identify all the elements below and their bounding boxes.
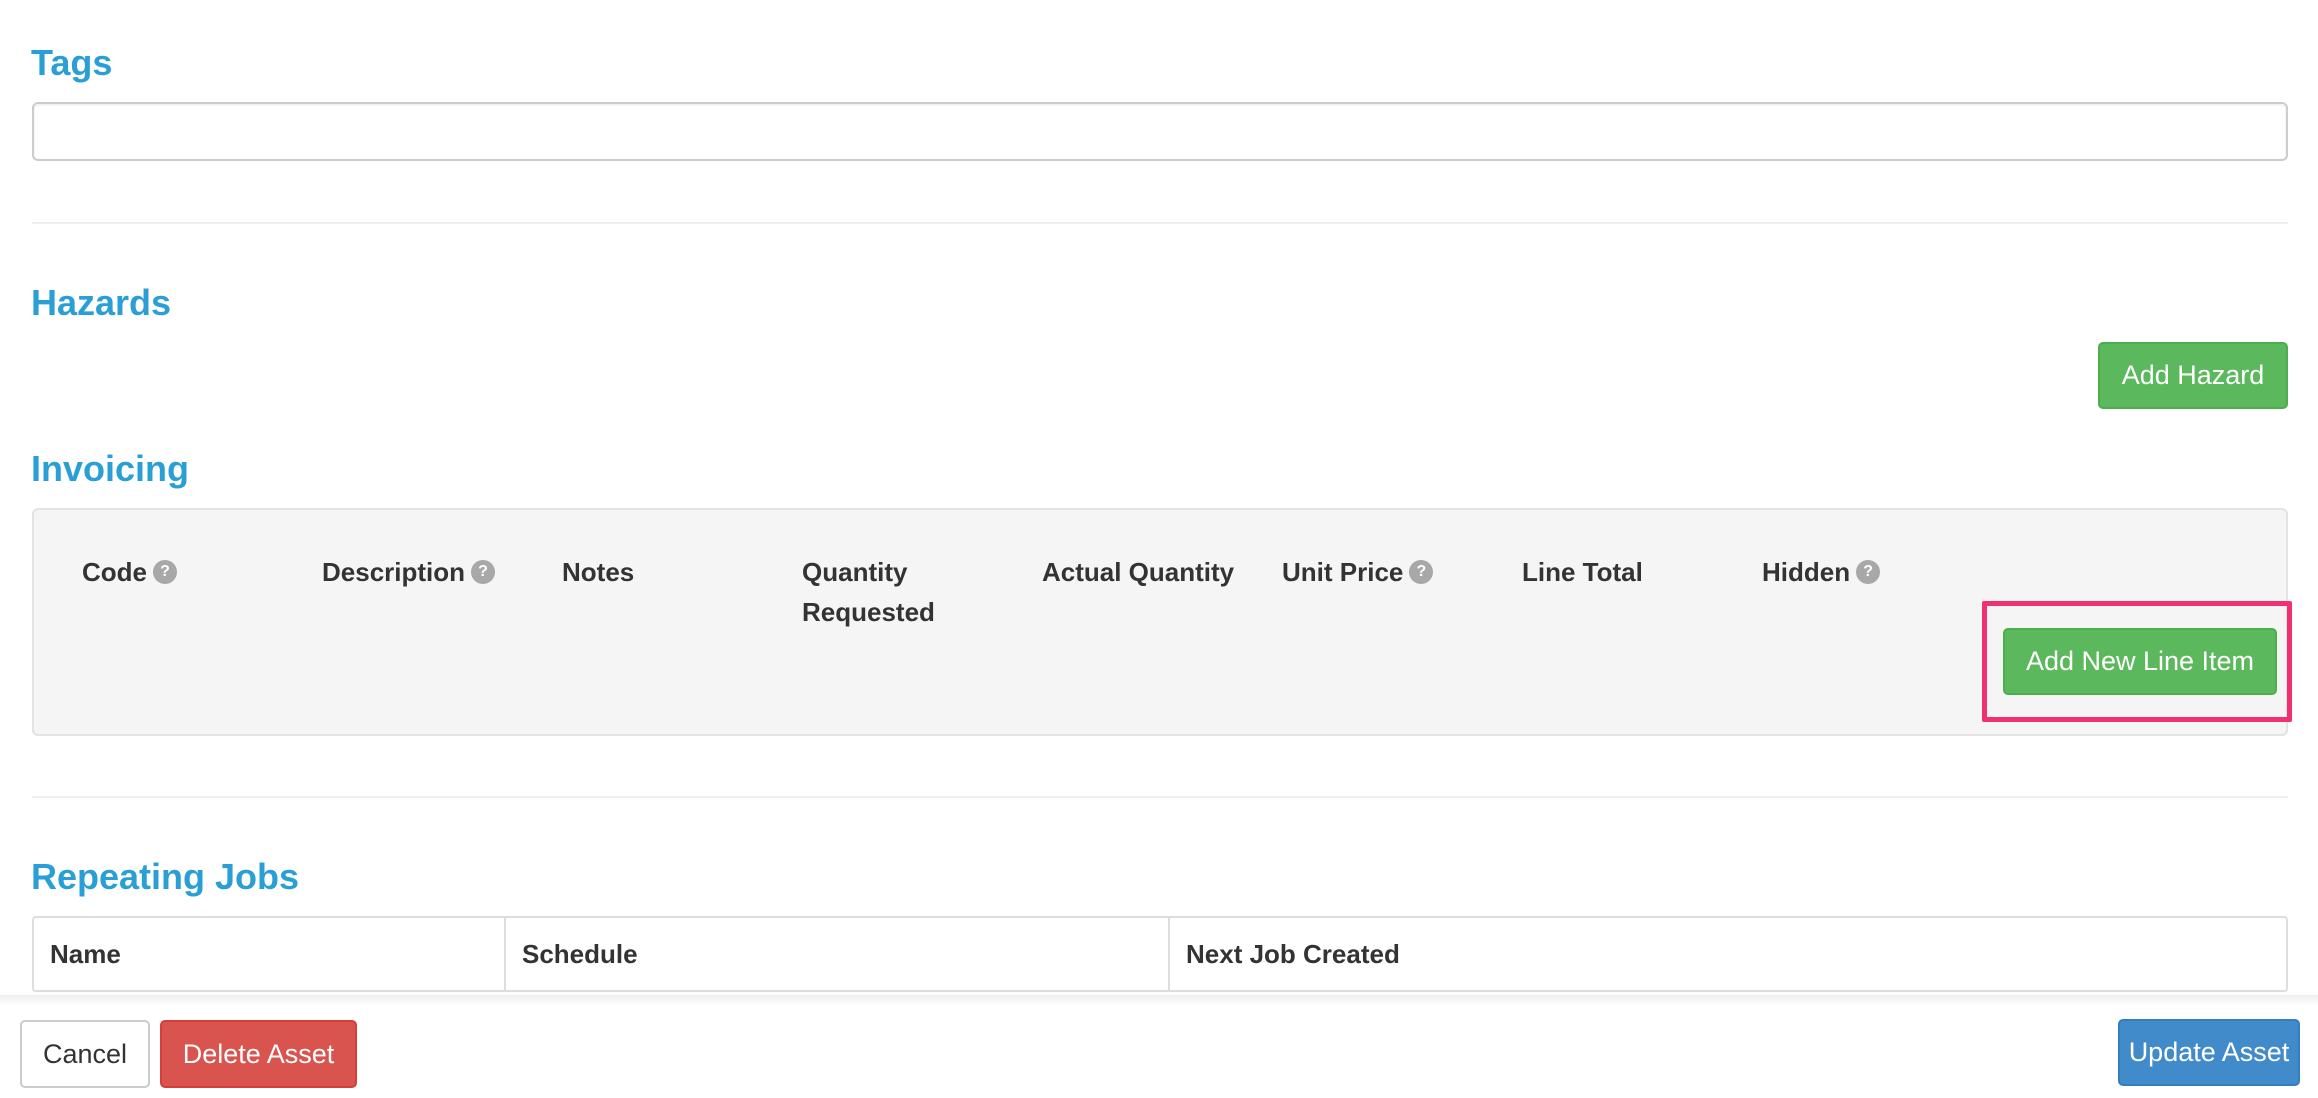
add-hazard-button[interactable]: Add Hazard bbox=[2098, 342, 2288, 409]
delete-asset-button[interactable]: Delete Asset bbox=[160, 1020, 357, 1088]
tags-heading: Tags bbox=[31, 42, 113, 83]
help-icon[interactable]: ? bbox=[153, 560, 177, 585]
column-header-code: Code? bbox=[82, 552, 302, 592]
column-header-name: Name bbox=[50, 938, 121, 969]
invoicing-panel: Code? Description? Notes Quantity Reques… bbox=[32, 508, 2288, 736]
column-header-notes: Notes bbox=[562, 557, 635, 587]
repeating-jobs-table: Name Schedule Next Job Created bbox=[32, 916, 2288, 992]
column-header-quantity-requested: Quantity Requested bbox=[802, 557, 935, 627]
cancel-button[interactable]: Cancel bbox=[20, 1020, 150, 1088]
add-new-line-item-button[interactable]: Add New Line Item bbox=[2003, 628, 2277, 695]
repeating-jobs-heading: Repeating Jobs bbox=[31, 856, 300, 897]
hazards-heading: Hazards bbox=[31, 282, 172, 323]
column-header-next-job-created: Next Job Created bbox=[1168, 918, 2286, 990]
column-header-hidden: Hidden? bbox=[1762, 552, 1982, 592]
column-header-description: Description? bbox=[322, 552, 542, 592]
tags-input[interactable] bbox=[32, 102, 2288, 161]
column-header-line-total: Line Total bbox=[1522, 557, 1643, 587]
column-header-actual-quantity: Actual Quantity bbox=[1042, 557, 1235, 587]
divider bbox=[32, 796, 2288, 798]
invoicing-heading: Invoicing bbox=[31, 448, 190, 489]
help-icon[interactable]: ? bbox=[471, 560, 496, 585]
update-asset-button[interactable]: Update Asset bbox=[2118, 1019, 2300, 1086]
footer-shadow bbox=[0, 995, 2318, 1005]
column-header-schedule: Schedule bbox=[504, 918, 1168, 990]
help-icon[interactable]: ? bbox=[1856, 560, 1881, 585]
help-icon[interactable]: ? bbox=[1409, 560, 1434, 585]
divider bbox=[32, 222, 2288, 224]
column-header-unit-price: Unit Price? bbox=[1282, 552, 1502, 592]
